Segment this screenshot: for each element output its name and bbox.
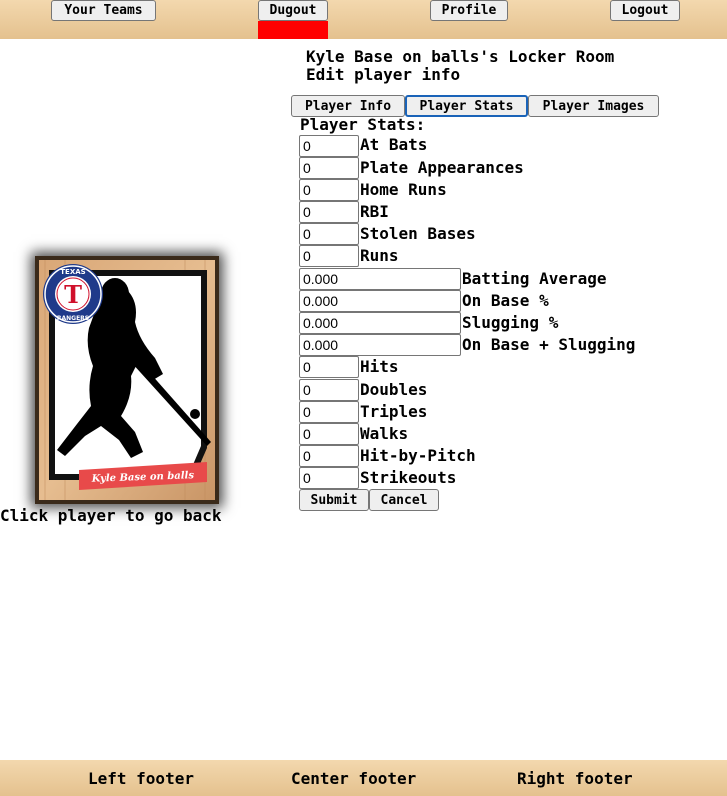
player-card-image: T TEXAS RANGERS Kyle Base on balls	[35, 256, 219, 504]
strikeouts-input[interactable]	[299, 467, 359, 489]
hit-by-pitch-label: Hit-by-Pitch	[360, 446, 476, 465]
batting-average-input[interactable]	[299, 268, 461, 290]
tab-player-images[interactable]: Player Images	[528, 95, 659, 117]
slugging-pct-input[interactable]	[299, 312, 461, 334]
stolen-bases-input[interactable]	[299, 223, 359, 245]
player-card[interactable]: T TEXAS RANGERS Kyle Base on balls	[35, 256, 219, 504]
edit-player-subtitle: Edit player info	[306, 65, 461, 84]
submit-button[interactable]: Submit	[299, 489, 369, 511]
tab-player-stats[interactable]: Player Stats	[405, 95, 528, 117]
top-nav-bar: Your Teams Dugout Profile Logout	[0, 0, 727, 39]
batting-average-label: Batting Average	[462, 269, 607, 288]
home-runs-label: Home Runs	[360, 180, 447, 199]
on-base-pct-input[interactable]	[299, 290, 461, 312]
ops-input[interactable]	[299, 334, 461, 356]
rbi-input[interactable]	[299, 201, 359, 223]
footer: Left footer Center footer Right footer	[0, 760, 727, 796]
on-base-pct-label: On Base %	[462, 291, 549, 310]
profile-button[interactable]: Profile	[430, 0, 508, 21]
runs-label: Runs	[360, 246, 399, 265]
logo-bottom-text: RANGERS	[57, 315, 89, 322]
walks-label: Walks	[360, 424, 409, 443]
triples-input[interactable]	[299, 401, 359, 423]
ops-label: On Base + Slugging	[462, 335, 636, 354]
walks-input[interactable]	[299, 423, 359, 445]
back-hint-text: Click player to go back	[0, 506, 222, 525]
player-stats-heading: Player Stats:	[300, 115, 426, 134]
strikeouts-label: Strikeouts	[360, 468, 457, 487]
doubles-input[interactable]	[299, 379, 359, 401]
hits-label: Hits	[360, 357, 399, 376]
rbi-label: RBI	[360, 202, 389, 221]
tab-player-info[interactable]: Player Info	[291, 95, 405, 117]
runs-input[interactable]	[299, 245, 359, 267]
logout-button[interactable]: Logout	[610, 0, 680, 21]
logo-letter: T	[64, 280, 82, 309]
logo-top-text: TEXAS	[60, 268, 85, 276]
team-logo-icon: T TEXAS RANGERS	[43, 264, 103, 324]
page-title: Kyle Base on balls's Locker Room Edit pl…	[306, 48, 614, 84]
hits-input[interactable]	[299, 356, 359, 378]
dugout-button[interactable]: Dugout	[258, 0, 328, 21]
triples-label: Triples	[360, 402, 428, 421]
stolen-bases-label: Stolen Bases	[360, 224, 476, 243]
center-footer: Center footer	[291, 769, 417, 788]
left-footer: Left footer	[88, 769, 194, 788]
hit-by-pitch-input[interactable]	[299, 445, 359, 467]
plate-appearances-input[interactable]	[299, 157, 359, 179]
at-bats-input[interactable]	[299, 135, 359, 157]
slugging-pct-label: Slugging %	[462, 313, 559, 332]
home-runs-input[interactable]	[299, 179, 359, 201]
dugout-active-marker	[258, 21, 328, 39]
right-footer: Right footer	[517, 769, 633, 788]
your-teams-button[interactable]: Your Teams	[51, 0, 156, 21]
at-bats-label: At Bats	[360, 135, 428, 154]
cancel-button[interactable]: Cancel	[369, 489, 439, 511]
locker-room-title: Kyle Base on balls's Locker Room	[306, 47, 615, 66]
doubles-label: Doubles	[360, 380, 428, 399]
plate-appearances-label: Plate Appearances	[360, 158, 524, 177]
